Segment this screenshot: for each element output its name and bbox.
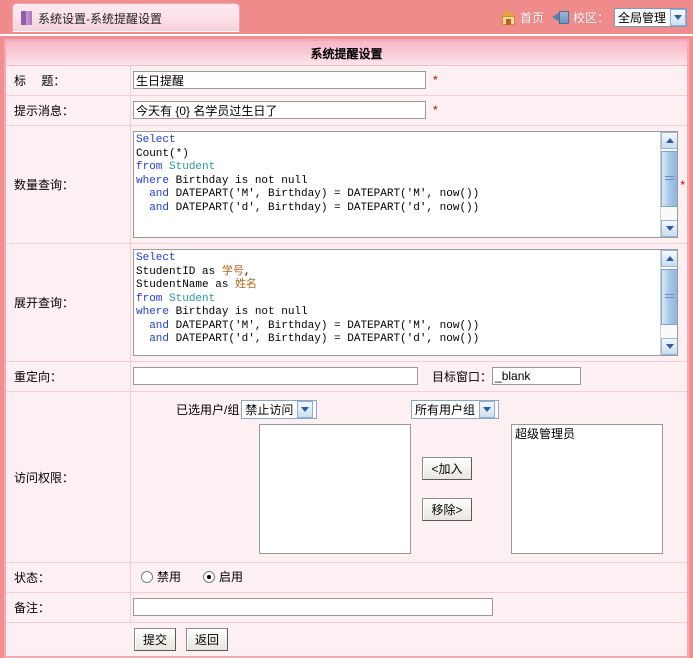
title-label: 标 题： xyxy=(6,66,131,95)
row-remark: 备注： xyxy=(6,593,687,623)
row-message: 提示消息： * xyxy=(6,96,687,126)
permission-label: 访问权限： xyxy=(6,392,131,562)
count-query-label: 数量查询： xyxy=(6,126,131,243)
form-panel: 系统提醒设置 标 题： * 提示消息： * 数量查询： Select Count… xyxy=(4,39,689,658)
row-actions: 提交 返回 xyxy=(6,623,687,656)
home-link[interactable]: 首页 xyxy=(520,9,544,26)
radio-indicator[interactable] xyxy=(141,571,153,583)
expand-query-code: Select StudentID as 学号, StudentName as 姓… xyxy=(136,252,658,355)
campus-select[interactable]: 全局管理 xyxy=(614,8,687,27)
target-window-label: 目标窗口： xyxy=(432,368,492,385)
row-permissions: 访问权限： 已选用户/组 禁止访问 所有用户组 xyxy=(6,392,687,563)
count-query-textarea[interactable]: Select Count(*) from Student where Birth… xyxy=(133,131,678,238)
house-icon[interactable] xyxy=(500,10,517,25)
scrollbar-track[interactable] xyxy=(661,149,678,220)
topbar-right-tools: 首页 校区： 全局管理 xyxy=(500,6,687,28)
count-query-required-mark: * xyxy=(680,178,685,192)
status-radio-禁用[interactable]: 禁用 xyxy=(141,568,181,585)
row-redirect: 重定向： 目标窗口： xyxy=(6,362,687,392)
message-input[interactable] xyxy=(133,101,426,119)
building-pointer-icon xyxy=(552,10,570,25)
back-button[interactable]: 返回 xyxy=(186,628,228,651)
remark-input[interactable] xyxy=(133,598,493,616)
status-radio-启用[interactable]: 启用 xyxy=(203,568,243,585)
row-status: 状态： 禁用 启用 xyxy=(6,563,687,593)
redirect-input[interactable] xyxy=(133,367,418,385)
chevron-down-icon[interactable] xyxy=(479,401,495,418)
status-radio-group[interactable]: 禁用 启用 xyxy=(141,568,243,585)
row-count-query: 数量查询： Select Count(*) from Student where… xyxy=(6,126,687,244)
title-required-mark: * xyxy=(433,74,438,86)
scrollbar-thumb[interactable] xyxy=(661,269,678,325)
redirect-label: 重定向： xyxy=(6,362,131,391)
submit-button[interactable]: 提交 xyxy=(134,628,176,651)
active-tab[interactable]: 系统设置-系统提醒设置 xyxy=(12,3,240,32)
campus-label: 校区： xyxy=(573,9,609,26)
scrollbar-track[interactable] xyxy=(661,267,678,338)
row-expand-query: 展开查询： Select StudentID as 学号, StudentNam… xyxy=(6,244,687,362)
scroll-down-icon[interactable] xyxy=(661,220,678,237)
remove-button[interactable]: 移除> xyxy=(422,498,471,521)
radio-indicator[interactable] xyxy=(203,571,215,583)
panel-header: 系统提醒设置 xyxy=(6,41,687,66)
access-mode-value: 禁止访问 xyxy=(245,401,297,418)
list-item[interactable]: 超级管理员 xyxy=(515,427,659,442)
scroll-up-icon[interactable] xyxy=(661,132,678,149)
all-groups-value: 所有用户组 xyxy=(415,401,479,418)
access-mode-select[interactable]: 禁止访问 xyxy=(241,400,317,419)
all-groups-select[interactable]: 所有用户组 xyxy=(411,400,499,419)
campus-select-value: 全局管理 xyxy=(618,9,670,26)
tab-title: 系统设置-系统提醒设置 xyxy=(38,10,162,27)
message-label: 提示消息： xyxy=(6,96,131,125)
expand-query-scrollbar[interactable] xyxy=(660,250,677,355)
scrollbar-thumb[interactable] xyxy=(661,151,678,207)
scroll-up-icon[interactable] xyxy=(661,250,678,267)
radio-label: 禁用 xyxy=(157,568,181,585)
radio-label: 启用 xyxy=(219,568,243,585)
top-bar: 系统设置-系统提醒设置 首页 校区： 全局管理 xyxy=(0,0,693,36)
book-icon xyxy=(21,11,32,25)
chevron-down-icon[interactable] xyxy=(670,9,686,26)
status-label: 状态： xyxy=(6,563,131,592)
row-title: 标 题： * xyxy=(6,66,687,96)
add-button[interactable]: <加入 xyxy=(422,457,471,480)
selected-users-listbox[interactable] xyxy=(259,424,411,554)
selected-users-label: 已选用户/组 xyxy=(176,401,239,418)
count-query-scrollbar[interactable] xyxy=(660,132,677,237)
scroll-down-icon[interactable] xyxy=(661,338,678,355)
count-query-code: Select Count(*) from Student where Birth… xyxy=(136,134,658,237)
expand-query-textarea[interactable]: Select StudentID as 学号, StudentName as 姓… xyxy=(133,249,678,356)
expand-query-label: 展开查询： xyxy=(6,244,131,361)
target-window-input[interactable] xyxy=(492,367,581,385)
available-groups-listbox[interactable]: 超级管理员 xyxy=(511,424,663,554)
title-input[interactable] xyxy=(133,71,426,89)
message-required-mark: * xyxy=(433,104,438,116)
chevron-down-icon[interactable] xyxy=(297,401,313,418)
remark-label: 备注： xyxy=(6,593,131,622)
